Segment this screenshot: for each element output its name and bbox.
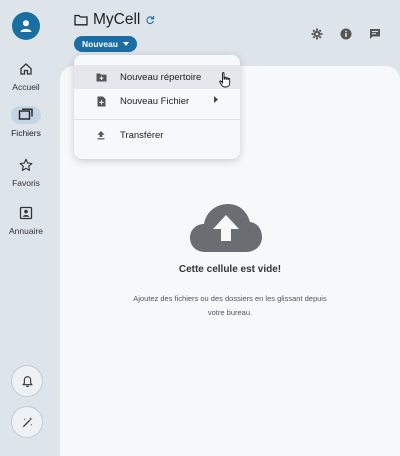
header-actions <box>309 26 382 41</box>
folder-plus-icon <box>95 71 107 83</box>
sidebar-item-label: Accueil <box>12 82 40 92</box>
menu-item-new-folder[interactable]: Nouveau répertoire <box>74 65 240 89</box>
bell-icon <box>21 375 33 387</box>
empty-state-text: Ajoutez des fichiers ou des dossiers en … <box>133 294 327 317</box>
magic-wand-icon <box>22 416 33 427</box>
sidebar-item-label: Fichiers <box>11 128 41 138</box>
sidebar-item-fichiers[interactable]: Fichiers <box>3 104 49 148</box>
submenu-arrow-icon <box>214 96 218 103</box>
sidebar-item-favoris[interactable]: Favoris <box>3 154 49 198</box>
sidebar: Accueil Fichiers Favoris Annuaire <box>0 0 52 443</box>
contacts-icon <box>15 204 37 222</box>
home-icon <box>15 60 37 78</box>
folder-header: MyCell <box>74 11 155 29</box>
magic-button[interactable] <box>11 406 43 438</box>
sidebar-item-label: Favoris <box>12 178 40 188</box>
refresh-icon[interactable] <box>145 15 155 25</box>
menu-item-new-file[interactable]: Nouveau Fichier <box>74 89 240 113</box>
hand-cursor-icon <box>219 72 231 88</box>
folders-icon <box>11 106 41 124</box>
new-button-label: Nouveau <box>82 39 118 49</box>
file-plus-icon <box>95 95 107 107</box>
user-icon <box>20 20 32 32</box>
menu-item-label: Transférer <box>120 129 164 141</box>
new-button[interactable]: Nouveau <box>74 36 137 52</box>
page-title: MyCell <box>93 11 141 28</box>
sidebar-item-annuaire[interactable]: Annuaire <box>3 202 49 246</box>
upload-icon <box>95 129 107 141</box>
empty-state-title: Cette cellule est vide! <box>178 264 282 275</box>
notifications-button[interactable] <box>11 365 43 397</box>
cloud-upload-icon <box>190 204 262 252</box>
chat-icon[interactable] <box>367 26 382 41</box>
new-dropdown-menu: Nouveau répertoire Nouveau Fichier Trans… <box>74 55 240 159</box>
avatar[interactable] <box>12 12 40 40</box>
sidebar-item-accueil[interactable]: Accueil <box>3 58 49 102</box>
gear-icon[interactable] <box>309 26 324 41</box>
info-icon[interactable] <box>338 26 353 41</box>
star-icon <box>15 156 37 174</box>
menu-item-label: Nouveau Fichier <box>120 95 190 107</box>
menu-item-upload[interactable]: Transférer <box>74 123 240 147</box>
menu-item-label: Nouveau répertoire <box>120 71 202 83</box>
sidebar-item-label: Annuaire <box>8 226 44 236</box>
menu-divider <box>74 119 240 120</box>
folder-icon <box>74 14 88 26</box>
caret-down-icon <box>122 42 129 46</box>
